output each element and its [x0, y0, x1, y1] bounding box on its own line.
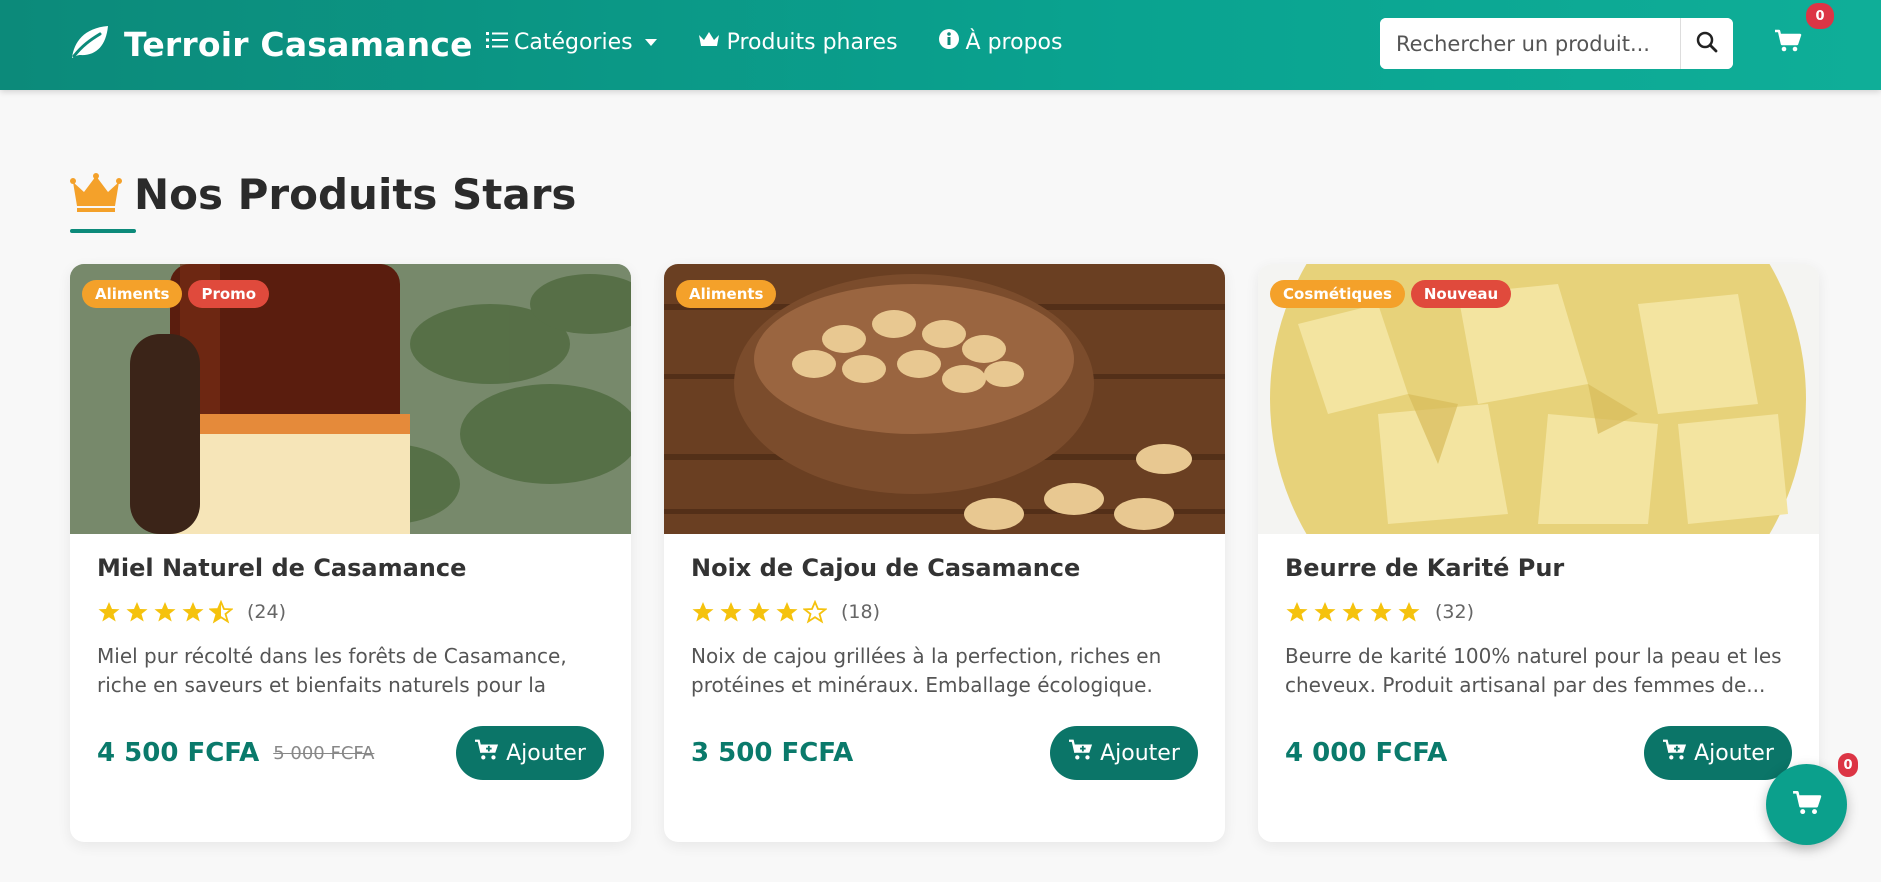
- product-card[interactable]: Aliments Promo Miel Naturel de Casamance…: [70, 264, 631, 842]
- star-full-icon: [126, 602, 148, 622]
- category-tag: Aliments: [82, 280, 183, 308]
- nav-about-label: À propos: [965, 29, 1063, 55]
- brand-title: Terroir Casamance: [124, 24, 473, 64]
- product-description: Miel pur récolté dans les forêts de Casa…: [97, 644, 567, 697]
- add-to-cart-label: Ajouter: [1694, 740, 1774, 766]
- star-full-icon: [182, 602, 204, 622]
- floating-cart-badge: 0: [1838, 753, 1858, 777]
- product-card[interactable]: Aliments Noix de Cajou de Casamance (18)…: [664, 264, 1225, 842]
- category-tag: Aliments: [676, 280, 777, 308]
- rating: (32): [1285, 600, 1792, 624]
- crown-icon: [70, 172, 122, 218]
- info-icon: [938, 28, 960, 56]
- section-title: Nos Produits Stars: [134, 170, 577, 219]
- review-count: (32): [1435, 601, 1475, 623]
- add-to-cart-button[interactable]: Ajouter: [1644, 726, 1792, 780]
- product-title[interactable]: Noix de Cajou de Casamance: [691, 554, 1198, 582]
- floating-cart-button[interactable]: [1766, 764, 1847, 845]
- add-to-cart-label: Ajouter: [1100, 740, 1180, 766]
- new-tag: Nouveau: [1410, 280, 1512, 308]
- star-half-icon: [209, 600, 233, 624]
- product-tags: Aliments: [676, 280, 777, 308]
- product-description: Beurre de karité 100% naturel pour la pe…: [1285, 644, 1782, 697]
- cart-icon: [1792, 789, 1822, 821]
- price-row: 3 500 FCFA Ajouter: [691, 726, 1198, 780]
- add-to-cart-label: Ajouter: [506, 740, 586, 766]
- price-row: 4 000 FCFA Ajouter: [1285, 726, 1792, 780]
- nav-links: Catégories Produits phares À propos: [486, 28, 1102, 56]
- price-row: 4 500 FCFA 5 000 FCFA Ajouter: [97, 726, 604, 780]
- rating: (24): [97, 600, 604, 624]
- cart-count-badge: 0: [1806, 3, 1834, 29]
- brand[interactable]: Terroir Casamance: [68, 22, 473, 66]
- section-header: Nos Produits Stars: [70, 170, 576, 219]
- star-empty-icon: [803, 600, 827, 624]
- product-card[interactable]: Cosmétiques Nouveau Beurre de Karité Pur…: [1258, 264, 1819, 842]
- star-full-icon: [1342, 602, 1364, 622]
- cart-plus-icon: [1662, 738, 1688, 768]
- star-full-icon: [1398, 602, 1420, 622]
- search-input[interactable]: [1380, 18, 1680, 69]
- product-image[interactable]: Aliments Promo: [70, 264, 631, 534]
- card-body: Miel Naturel de Casamance (24) Miel pur …: [97, 554, 604, 700]
- product-tags: Cosmétiques Nouveau: [1270, 280, 1512, 308]
- rating: (18): [691, 600, 1198, 624]
- card-body: Beurre de Karité Pur (32) Beurre de kari…: [1285, 554, 1792, 700]
- list-icon: [486, 30, 508, 55]
- star-full-icon: [1314, 602, 1336, 622]
- chevron-down-icon: [644, 38, 657, 46]
- star-full-icon: [1370, 602, 1392, 622]
- product-price: 3 500 FCFA: [691, 738, 854, 768]
- cart-button[interactable]: [1774, 28, 1802, 58]
- product-tags: Aliments Promo: [82, 280, 270, 308]
- search-button[interactable]: [1680, 18, 1733, 69]
- product-image[interactable]: Cosmétiques Nouveau: [1258, 264, 1819, 534]
- product-price: 4 000 FCFA: [1285, 738, 1448, 768]
- title-underline: [70, 229, 136, 233]
- nav-featured[interactable]: Produits phares: [697, 29, 898, 55]
- nav-about[interactable]: À propos: [938, 28, 1063, 56]
- star-full-icon: [720, 602, 742, 622]
- nav-featured-label: Produits phares: [726, 29, 898, 55]
- promo-tag: Promo: [188, 280, 270, 308]
- product-price: 4 500 FCFA: [97, 738, 260, 768]
- star-full-icon: [1286, 602, 1308, 622]
- product-old-price: 5 000 FCFA: [273, 742, 375, 764]
- search-bar: [1380, 18, 1733, 69]
- crown-icon: [697, 29, 721, 55]
- star-full-icon: [692, 602, 714, 622]
- star-full-icon: [748, 602, 770, 622]
- leaf-icon: [68, 22, 112, 66]
- cart-plus-icon: [1068, 738, 1094, 768]
- nav-categories-label: Catégories: [514, 29, 633, 55]
- review-count: (24): [247, 601, 287, 623]
- product-title[interactable]: Beurre de Karité Pur: [1285, 554, 1792, 582]
- category-tag: Cosmétiques: [1270, 280, 1405, 308]
- product-description: Noix de cajou grillées à la perfection, …: [691, 644, 1162, 697]
- star-full-icon: [154, 602, 176, 622]
- cart-icon: [1774, 29, 1802, 58]
- star-full-icon: [98, 602, 120, 622]
- review-count: (18): [841, 601, 881, 623]
- star-full-icon: [776, 602, 798, 622]
- product-image[interactable]: Aliments: [664, 264, 1225, 534]
- navbar: Terroir Casamance Catégories Produits ph…: [0, 0, 1881, 90]
- nav-categories[interactable]: Catégories: [486, 30, 657, 55]
- cart-plus-icon: [474, 738, 500, 768]
- product-title[interactable]: Miel Naturel de Casamance: [97, 554, 604, 582]
- add-to-cart-button[interactable]: Ajouter: [456, 726, 604, 780]
- card-body: Noix de Cajou de Casamance (18) Noix de …: [691, 554, 1198, 700]
- search-icon: [1696, 31, 1718, 57]
- add-to-cart-button[interactable]: Ajouter: [1050, 726, 1198, 780]
